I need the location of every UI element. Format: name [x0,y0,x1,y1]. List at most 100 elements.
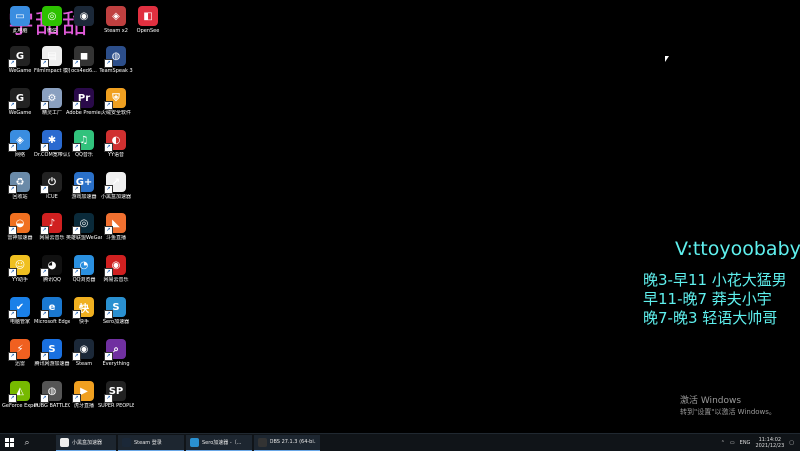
desktop-icon[interactable]: ◧ OpenSee [130,4,166,44]
desktop[interactable]: 宇甜甜 ▭此电脑◎微信◉◈Steam x2◧OpenSeeG↗WeGame▤↗F… [0,0,800,433]
shortcut-arrow-icon: ↗ [8,352,17,361]
desktop-icon[interactable]: ◐ ↗ YY语音 [98,128,134,168]
shortcut-arrow-icon: ↗ [104,226,113,235]
desktop-icon-label: 游戏加速器 [71,194,97,200]
language-indicator[interactable]: ENG [740,440,751,446]
desktop-icon-label: Adobe Premie... [66,110,102,116]
desktop-icon[interactable]: ✱↗Dr.COM宽带认证客户端 [34,128,70,168]
shortcut-arrow-icon: ↗ [104,352,113,361]
accelerator-icon: S ↗ [40,339,62,361]
douyu-icon: ◣ ↗ [104,213,126,235]
desktop-icon[interactable]: ♫ ↗ QQ音乐 [66,128,102,168]
taskbar-app-button[interactable]: OBS 27.1.3 (64-bi... [254,434,320,451]
desktop-icon-label: 虎牙直播 [73,403,94,409]
desktop-icon[interactable]: ↗ ↗ 小黑盒加速器 [98,170,134,210]
taskbar-app-button[interactable]: Sero加速器 -（... [186,434,252,451]
taskbar-apps: 小黑盒加速器 Steam 登录 Sero加速器 -（... OBS 27.1.3 (6… [56,434,322,451]
app-icon [60,437,69,447]
desktop-icon[interactable]: ⛨ ↗ 火绒安全软件 [98,86,134,126]
desktop-icon[interactable]: ⚙ ↗ 精灵工厂 [34,86,70,126]
shortcut-arrow-icon: ↗ [40,226,49,235]
taskbar-app-button[interactable]: Steam 登录 [118,434,184,451]
windows-activation-watermark: 激活 Windows 转到"设置"以激活 Windows。 [680,393,776,417]
desktop-icon[interactable]: ♪ ↗ 网易云音乐 [34,211,70,251]
desktop-icon-label: ocs4ed6... [71,68,97,74]
desktop-icon[interactable]: ⚡ ↗ 迅雷 [2,337,38,377]
desktop-icon[interactable]: S ↗ Sero加速器 [98,295,134,335]
recycle-bin-icon: ♻ ↗ [8,172,30,194]
search-button[interactable]: ⌕ [18,434,36,451]
desktop-icon[interactable]: ▭ 此电脑 [2,4,38,44]
start-button[interactable] [0,434,18,451]
desktop-icon-label: Steam [75,361,93,367]
shortcut-arrow-icon: ↗ [72,59,81,68]
taskbar-app-label: 小黑盒加速器 [72,439,103,446]
chevron-up-icon[interactable]: ⌃ [721,440,725,446]
desktop-icon[interactable]: ◉ ↗ Steam [66,337,102,377]
sero-icon: S ↗ [104,297,126,319]
desktop-icon-label: TeamSpeak 3 [99,68,133,74]
desktop-icon-label: Dr.COM宽带认证客户端 [34,152,70,158]
desktop-icon[interactable]: ◔ ↗ QQ浏览器 [66,253,102,293]
network-tray-icon[interactable]: ▭ [730,440,735,446]
desktop-icon[interactable]: G ↗ WeGame [2,86,38,126]
document-icon: ▤ ↗ [40,46,62,68]
shortcut-arrow-icon: ↗ [8,226,17,235]
desktop-icon[interactable]: G ↗ WeGame [2,44,38,84]
desktop-icon-label: 雷神加速器 [7,235,33,241]
desktop-icon-label: WeGame [8,68,32,74]
desktop-icon[interactable]: ▶ ↗ 虎牙直播 [66,379,102,419]
notification-icon[interactable]: ▢ [789,440,794,446]
desktop-icon[interactable]: ◍↗PUBG BATTLEGR... [34,379,70,419]
desktop-icon[interactable]: ⌕ ↗ Everything [98,337,134,377]
desktop-icon[interactable]: ◎↗英雄联盟WeGame版 [66,211,102,251]
desktop-icon[interactable]: ☺ ↗ YY助手 [2,253,38,293]
desktop-icon[interactable]: SP↗SUPER PEOPLE CB [98,379,134,419]
desktop-icon[interactable]: G+ ↗ 游戏加速器 [66,170,102,210]
desktop-icon[interactable]: ◉ [66,4,102,44]
desktop-icon-label: Everything [102,361,130,367]
search-icon: ⌕ [24,437,30,448]
shortcut-arrow-icon: ↗ [8,59,17,68]
desktop-icon-label: QQ音乐 [75,152,93,158]
desktop-icon-label: iCUE [46,194,58,200]
desktop-icon[interactable]: ◍ ↗ TeamSpeak 3 [98,44,134,84]
music-icon: ♪ ↗ [40,213,62,235]
yy-icon: ◐ ↗ [104,130,126,152]
desktop-icon[interactable]: 快 ↗ 快手 [66,295,102,335]
desktop-icon[interactable]: ◒ ↗ 雷神加速器 [2,211,38,251]
app-icon: ◈ [106,6,126,26]
edge-icon: e ↗ [40,297,62,319]
drcom-icon: ✱ ↗ [40,130,62,152]
desktop-icon[interactable]: ◼ ↗ ocs4ed6... [66,44,102,84]
nvidia-icon: ◭ ↗ [8,381,30,403]
system-tray: ⌃ ▭ ENG 11:14:02 2021/12/23 ▢ [721,437,800,449]
activation-title: 激活 Windows [680,396,742,406]
desktop-icon-label: 英雄联盟WeGame版 [66,235,102,241]
desktop-icon[interactable]: ◭↗GeForce Experience [2,379,38,419]
desktop-icon[interactable]: ◉ ↗ 网易云音乐 [98,253,134,293]
desktop-icon-label: 网易云音乐 [39,235,65,241]
desktop-icon-label: Microsoft Edge [34,319,70,325]
desktop-icon[interactable]: ◈ Steam x2 [98,4,134,44]
desktop-icon[interactable]: S ↗ 腾讯网游加速器 [34,337,70,377]
shortcut-arrow-icon: ↗ [8,143,17,152]
desktop-icon[interactable]: ▤ ↗ FilmImpact 模板 [34,44,70,84]
taskbar-app-button[interactable]: 小黑盒加速器 [56,434,116,451]
desktop-icon[interactable]: ◣ ↗ 斗鱼直播 [98,211,134,251]
heybox-icon: ↗ ↗ [104,172,126,194]
desktop-icon[interactable]: ◕ ↗ 腾讯QQ [34,253,70,293]
clock[interactable]: 11:14:02 2021/12/23 [755,437,784,449]
desktop-icon[interactable]: ✔ ↗ 电脑管家 [2,295,38,335]
taskbar-app-label: Steam 登录 [134,439,162,446]
desktop-icon[interactable]: ♻ ↗ 回收站 [2,170,38,210]
shortcut-arrow-icon: ↗ [72,310,81,319]
activation-subtitle: 转到"设置"以激活 Windows。 [680,408,776,416]
desktop-icon-label: 微信 [46,28,57,34]
desktop-icon[interactable]: e ↗ Microsoft Edge [34,295,70,335]
shortcut-arrow-icon: ↗ [40,352,49,361]
desktop-icon[interactable]: ⏻ ↗ iCUE [34,170,70,210]
desktop-icon[interactable]: Pr ↗ Adobe Premie... [66,86,102,126]
desktop-icon[interactable]: ◈ ↗ 网络 [2,128,38,168]
desktop-icon[interactable]: ◎ 微信 [34,4,70,44]
